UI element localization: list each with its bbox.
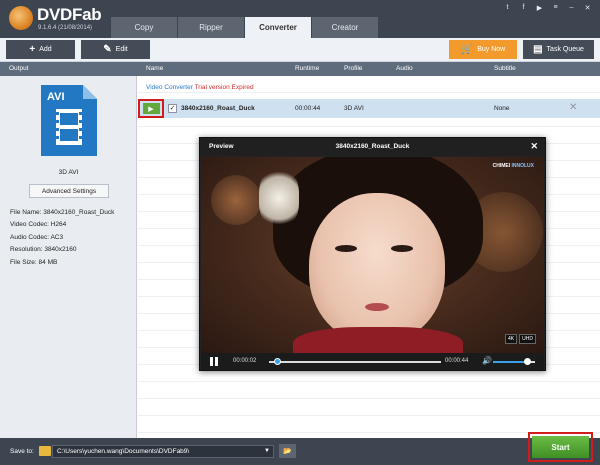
- video-subject-dress: [293, 327, 463, 353]
- task-queue-button[interactable]: ▤ Task Queue: [523, 40, 594, 59]
- video-converter-label: Video Converter: [146, 84, 193, 91]
- play-icon: ▶: [148, 105, 154, 113]
- remove-row-icon[interactable]: ✕: [569, 102, 577, 113]
- advanced-settings-button[interactable]: Advanced Settings: [29, 184, 109, 198]
- task-queue-label: Task Queue: [546, 46, 584, 53]
- add-button-label: Add: [39, 46, 52, 53]
- info-file-name: File Name: 3840x2160_Roast_Duck: [10, 209, 115, 216]
- col-name[interactable]: Name: [146, 65, 163, 72]
- cart-icon: 🛒: [460, 44, 474, 55]
- start-highlight: Start: [528, 432, 593, 462]
- col-subtitle[interactable]: Subtitle: [494, 65, 516, 72]
- buy-now-label: Buy Now: [477, 46, 506, 53]
- toolbar: + Add ✎ Edit 🛒 Buy Now ▤ Task Queue: [0, 38, 600, 62]
- col-runtime[interactable]: Runtime: [295, 65, 319, 72]
- close-icon[interactable]: ✕: [583, 4, 592, 12]
- app-logo-text: DVDFab: [37, 5, 102, 24]
- info-resolution: Resolution: 3840x2160: [10, 246, 77, 254]
- video-subject-eye: [335, 245, 357, 252]
- info-file-size: File Size: 84 MB: [10, 258, 58, 266]
- edit-button-label: Edit: [115, 46, 128, 53]
- column-header: Output Name Runtime Profile Audio Subtit…: [0, 62, 600, 76]
- menu-icon[interactable]: ≡: [551, 4, 560, 12]
- preview-window: 3840x2160_Roast_Duck Preview ✕ CHIMEI IN…: [199, 137, 546, 371]
- info-video-codec: Video Codec: H264: [10, 221, 67, 229]
- video-subject-lips: [365, 303, 389, 311]
- seek-bar[interactable]: [269, 361, 441, 363]
- preview-label: Preview: [209, 143, 234, 150]
- player-controls: 00:00:02 00:00:44 🔊: [201, 353, 544, 370]
- video-badges: 4K UHD: [505, 334, 536, 344]
- col-profile[interactable]: Profile: [344, 65, 362, 72]
- pause-icon[interactable]: [210, 357, 219, 366]
- edit-icon: ✎: [103, 44, 112, 55]
- youtube-icon[interactable]: ▶: [535, 4, 544, 12]
- tab-copy[interactable]: Copy: [111, 17, 177, 38]
- tab-ripper[interactable]: Ripper: [178, 17, 244, 38]
- tab-converter[interactable]: Converter: [245, 17, 311, 38]
- start-button[interactable]: Start: [532, 436, 589, 458]
- queue-icon: ▤: [533, 44, 543, 55]
- avi-file-icon: AVI: [41, 85, 97, 156]
- row-subtitle[interactable]: None: [494, 105, 510, 112]
- output-format-label: 3D AVI: [58, 169, 79, 176]
- dvdfab-logo-icon: [9, 6, 33, 30]
- window-controls: t f ▶ ≡ – ✕: [503, 4, 592, 12]
- preview-close-icon[interactable]: ✕: [530, 141, 538, 152]
- edit-button[interactable]: ✎ Edit: [81, 40, 150, 59]
- row-runtime: 00:00:44: [295, 105, 321, 112]
- bokeh-light: [211, 175, 261, 225]
- current-time: 00:00:02: [233, 358, 257, 364]
- expired-label: Expired: [231, 84, 254, 91]
- seek-handle[interactable]: [273, 358, 281, 365]
- table-row[interactable]: ▶ ✓ 3840x2160_Roast_Duck 00:00:44 3D AVI…: [138, 99, 600, 118]
- volume-handle[interactable]: [523, 358, 531, 365]
- volume-icon[interactable]: 🔊: [482, 356, 492, 365]
- save-to-label: Save to:: [10, 448, 34, 455]
- preview-titlebar: 3840x2160_Roast_Duck Preview ✕: [200, 138, 545, 156]
- add-button[interactable]: + Add: [6, 40, 75, 59]
- buy-now-button[interactable]: 🛒 Buy Now: [449, 40, 517, 59]
- chevron-down-icon[interactable]: ▼: [264, 448, 270, 454]
- volume-fill: [493, 361, 527, 363]
- play-preview-highlight: ▶: [138, 99, 164, 118]
- save-path-value: C:\Users\yuchen.wang\Documents\DVDFab9\: [57, 448, 190, 455]
- folder-icon: [39, 446, 51, 456]
- col-output: Output: [9, 65, 29, 72]
- browse-folder-button[interactable]: 📂: [279, 444, 296, 458]
- end-time: 00:00:44: [445, 358, 469, 364]
- row-name: 3840x2160_Roast_Duck: [181, 105, 255, 112]
- output-panel: AVI 3D AVI Advanced Settings File Name: …: [0, 76, 137, 438]
- module-tabs: Copy Ripper Converter Creator: [111, 17, 379, 38]
- minimize-icon[interactable]: –: [567, 4, 576, 12]
- video-subject-eye: [391, 245, 413, 252]
- open-folder-icon: 📂: [283, 448, 292, 455]
- plus-icon: +: [29, 44, 36, 55]
- video-frame[interactable]: CHIMEI INNOLUX 4K UHD: [201, 157, 544, 353]
- preview-file-title: 3840x2160_Roast_Duck: [335, 143, 410, 150]
- video-subject-face: [309, 193, 445, 343]
- mode-status: Video Converter Trial version Expired: [146, 84, 254, 91]
- badge-uhd: UHD: [519, 334, 536, 344]
- badge-4k: 4K: [505, 334, 518, 344]
- trial-version-label: Trial version: [194, 84, 230, 91]
- col-audio[interactable]: Audio: [396, 65, 413, 72]
- tab-creator[interactable]: Creator: [312, 17, 378, 38]
- app-version: 9.1.6.4 (21/08/2014): [38, 25, 93, 31]
- video-subject-headpiece: [259, 169, 299, 227]
- file-info: File Name: 3840x2160_Roast_Duck Video Co…: [10, 207, 114, 269]
- channel-logo-a: CHIMEI: [492, 163, 511, 169]
- save-path-field[interactable]: C:\Users\yuchen.wang\Documents\DVDFab9\ …: [52, 445, 274, 458]
- title-checkbox[interactable]: ✓: [168, 104, 177, 113]
- twitter-icon[interactable]: t: [503, 4, 512, 12]
- footer-bar: Save to: C:\Users\yuchen.wang\Documents\…: [0, 438, 600, 465]
- app-header: DVDFab 9.1.6.4 (21/08/2014) Copy Ripper …: [0, 0, 600, 38]
- channel-logo: CHIMEI INNOLUX: [493, 163, 534, 169]
- row-profile[interactable]: 3D AVI: [344, 105, 364, 112]
- info-audio-codec: Audio Codec: AC3: [10, 233, 64, 241]
- facebook-icon[interactable]: f: [519, 4, 528, 12]
- channel-logo-b: INNOLUX: [511, 163, 535, 169]
- play-button[interactable]: ▶: [142, 103, 160, 114]
- file-type-label: AVI: [47, 91, 65, 103]
